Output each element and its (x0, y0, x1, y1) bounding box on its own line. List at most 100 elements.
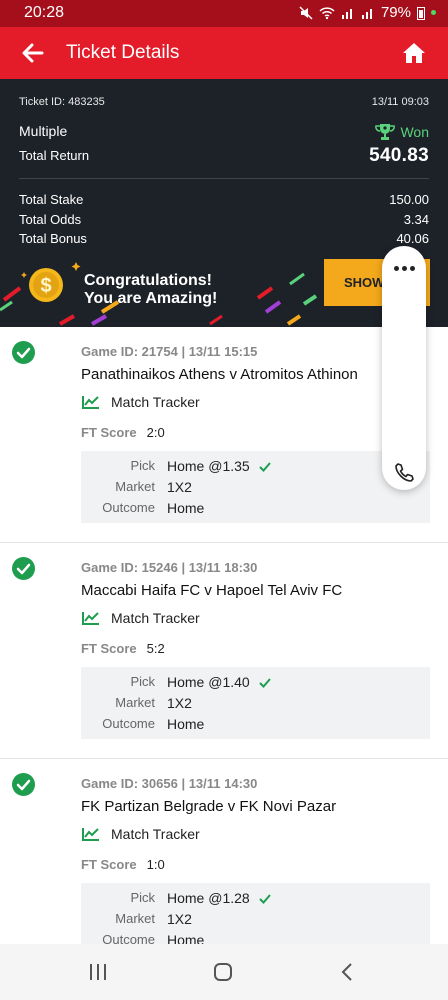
chart-line-icon (82, 396, 99, 409)
pick-value: Home @1.35 (167, 458, 250, 474)
market-label: Market (115, 695, 155, 710)
game-teams: Panathinaikos Athens v Atromitos Athinon (81, 366, 358, 383)
market-value: 1X2 (167, 479, 192, 495)
match-tracker-label: Match Tracker (111, 610, 200, 626)
market-value: 1X2 (167, 695, 192, 711)
bet-type: Multiple (19, 123, 68, 139)
game-card: Game ID: 15246 | 13/11 18:30 Maccabi Hai… (0, 543, 448, 759)
recent-apps-icon[interactable] (88, 963, 108, 981)
congrats-line-2: You are Amazing! (84, 290, 218, 307)
game-card: Game ID: 30656 | 13/11 14:30 FK Partizan… (0, 759, 448, 975)
floating-action-panel (382, 246, 426, 490)
game-meta: Game ID: 21754 | 13/11 15:15 (81, 344, 258, 359)
total-bonus-label: Total Bonus (19, 231, 87, 246)
market-value: 1X2 (167, 911, 192, 927)
pick-value: Home @1.28 (167, 890, 250, 906)
match-tracker-label: Match Tracker (111, 826, 200, 842)
total-stake-label: Total Stake (19, 192, 84, 207)
check-icon (259, 678, 271, 688)
total-odds-row: Total Odds 3.34 (19, 212, 429, 227)
outcome-label: Outcome (102, 500, 155, 515)
dollar-coin-icon: $ (29, 268, 63, 302)
summary-divider (19, 178, 429, 179)
ft-score: FT Score 2:0 (81, 425, 165, 440)
market-label: Market (115, 479, 155, 494)
home-button[interactable] (400, 39, 428, 67)
battery-percent: 79% (380, 4, 411, 21)
pick-label: Pick (130, 890, 155, 905)
total-return-value: 540.83 (369, 145, 429, 166)
ft-score-value: 2:0 (146, 425, 165, 440)
status-indicators: 79% (299, 4, 436, 21)
nav-back-icon[interactable] (340, 962, 354, 982)
trophy-icon (375, 124, 396, 140)
pick-label: Pick (130, 674, 155, 689)
outcome-value: Home (167, 500, 205, 516)
back-button[interactable] (18, 39, 48, 67)
won-label: Won (400, 124, 429, 140)
game-teams: Maccabi Haifa FC v Hapoel Tel Aviv FC (81, 582, 343, 599)
total-stake-row: Total Stake 150.00 (19, 192, 429, 207)
wifi-icon (319, 6, 335, 19)
battery-icon (417, 6, 425, 20)
congrats-banner: $ Congratulations! You are Amazing! SHOW (0, 254, 448, 327)
pick-details: Pick Home @1.35 Market 1X2 Outcome Home (81, 451, 430, 523)
market-row: Market 1X2 (81, 911, 430, 931)
signal-icon-2 (361, 8, 372, 19)
phone-icon[interactable] (393, 462, 415, 484)
ticket-id: Ticket ID: 483235 (19, 96, 105, 108)
match-tracker-link[interactable]: Match Tracker (81, 826, 200, 842)
total-bonus-value: 40.06 (396, 231, 429, 246)
total-stake-value: 150.00 (389, 192, 429, 207)
ft-score-value: 5:2 (146, 641, 165, 656)
total-odds-label: Total Odds (19, 212, 82, 227)
match-tracker-label: Match Tracker (111, 394, 200, 410)
mute-icon (299, 5, 313, 20)
pick-row: Pick Home @1.28 (81, 890, 430, 910)
game-card: Game ID: 21754 | 13/11 15:15 Panathinaik… (0, 327, 448, 543)
ft-score: FT Score 1:0 (81, 857, 165, 872)
total-return-label: Total Return (19, 148, 90, 163)
system-status-bar: 20:28 79% (0, 0, 448, 27)
more-dots-icon[interactable] (392, 258, 416, 278)
game-meta: Game ID: 15246 | 13/11 18:30 (81, 560, 258, 575)
ticket-date: 13/11 09:03 (371, 96, 429, 108)
svg-text:$: $ (40, 275, 51, 297)
ft-score-value: 1:0 (146, 857, 165, 872)
total-odds-value: 3.34 (403, 212, 429, 227)
nav-home-icon[interactable] (213, 962, 233, 982)
system-nav-bar (0, 944, 448, 1000)
check-circle-icon (12, 557, 35, 580)
ticket-summary: Ticket ID: 483235 13/11 09:03 Multiple W… (0, 79, 448, 327)
match-tracker-link[interactable]: Match Tracker (81, 610, 200, 626)
total-bonus-row: Total Bonus 40.06 (19, 231, 429, 246)
outcome-value: Home (167, 716, 205, 732)
match-tracker-link[interactable]: Match Tracker (81, 394, 200, 410)
pick-row: Pick Home @1.40 (81, 674, 430, 694)
home-icon (403, 43, 425, 63)
game-meta: Game ID: 30656 | 13/11 14:30 (81, 776, 258, 791)
won-status: Won (374, 123, 429, 141)
market-row: Market 1X2 (81, 479, 430, 499)
congrats-line-1: Congratulations! (84, 272, 212, 289)
outcome-row: Outcome Home (81, 500, 430, 520)
charging-dot (431, 10, 436, 15)
pick-label: Pick (130, 458, 155, 473)
ft-score: FT Score 5:2 (81, 641, 165, 656)
arrow-left-icon (22, 43, 44, 63)
chart-line-icon (82, 828, 99, 841)
check-circle-icon (12, 773, 35, 796)
page-title: Ticket Details (66, 42, 180, 63)
outcome-label: Outcome (102, 716, 155, 731)
check-icon (259, 894, 271, 904)
signal-icon (341, 8, 352, 19)
app-root: 20:28 79% Ticket Details Ticket ID: 4832… (0, 0, 448, 1000)
status-time: 20:28 (24, 4, 65, 21)
chart-line-icon (82, 612, 99, 625)
app-header: Ticket Details (0, 27, 448, 79)
ft-score-label: FT Score (81, 857, 137, 872)
pick-value: Home @1.40 (167, 674, 250, 690)
ft-score-label: FT Score (81, 641, 137, 656)
ft-score-label: FT Score (81, 425, 137, 440)
outcome-row: Outcome Home (81, 716, 430, 736)
